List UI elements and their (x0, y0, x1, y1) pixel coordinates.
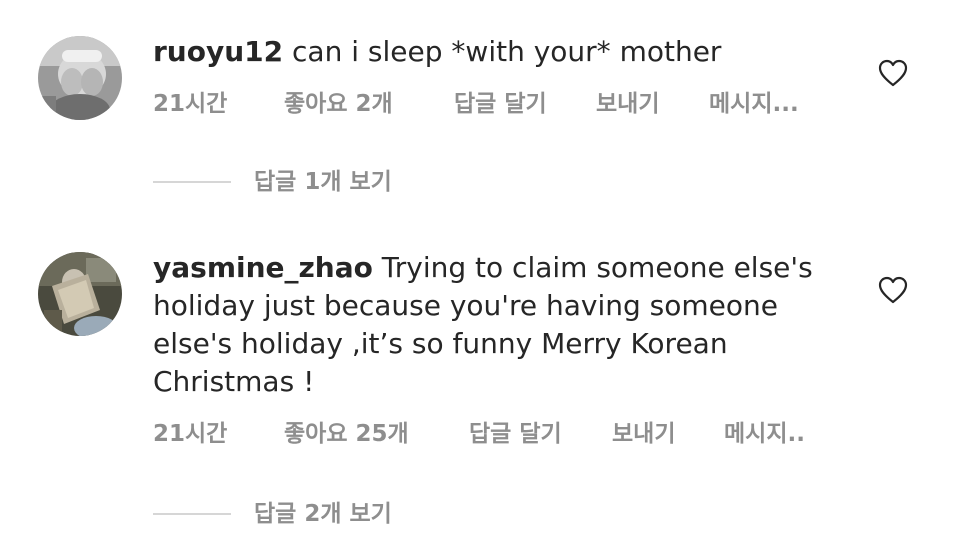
send-button[interactable]: 보내기 (596, 87, 659, 121)
comment-item: yasmine_zhao Trying to claim someone els… (0, 220, 960, 546)
view-replies-button[interactable]: 답글 2개 보기 (153, 497, 553, 531)
likes-count[interactable]: 좋아요 25개 (284, 417, 409, 451)
reply-button[interactable]: 답글 달기 (454, 87, 547, 121)
username[interactable]: ruoyu12 (153, 35, 283, 68)
child-avatar-icon (38, 36, 122, 120)
message-button[interactable]: 메시지.. (724, 417, 805, 451)
comment-meta: 21시간 좋아요 2개 답글 달기 보내기 메시지... (153, 87, 853, 121)
send-button[interactable]: 보내기 (612, 417, 675, 451)
comment-text: yasmine_zhao Trying to claim someone els… (153, 249, 843, 401)
view-replies-button[interactable]: 답글 1개 보기 (153, 165, 553, 199)
username[interactable]: yasmine_zhao (153, 251, 373, 284)
comment-text: ruoyu12 can i sleep *with your* mother (153, 33, 843, 71)
timestamp: 21시간 (153, 421, 228, 447)
reply-button[interactable]: 답글 달기 (469, 417, 562, 451)
timestamp: 21시간 (153, 91, 228, 117)
message-button[interactable]: 메시지... (709, 87, 799, 121)
view-replies-label[interactable]: 답글 1개 보기 (254, 165, 392, 199)
avatar[interactable] (38, 36, 122, 120)
comment-meta: 21시간 좋아요 25개 답글 달기 보내기 메시지.. (153, 417, 853, 451)
view-replies-label[interactable]: 답글 2개 보기 (254, 497, 392, 531)
replies-divider (153, 513, 231, 515)
avatar[interactable] (38, 252, 122, 336)
like-heart-icon[interactable] (878, 59, 908, 87)
comment-item: ruoyu12 can i sleep *with your* mother 2… (0, 0, 960, 220)
likes-count[interactable]: 좋아요 2개 (284, 87, 393, 121)
comment-body: can i sleep *with your* mother (283, 35, 722, 68)
replies-divider (153, 181, 231, 183)
like-heart-icon[interactable] (878, 276, 908, 304)
person-avatar-icon (38, 252, 122, 336)
